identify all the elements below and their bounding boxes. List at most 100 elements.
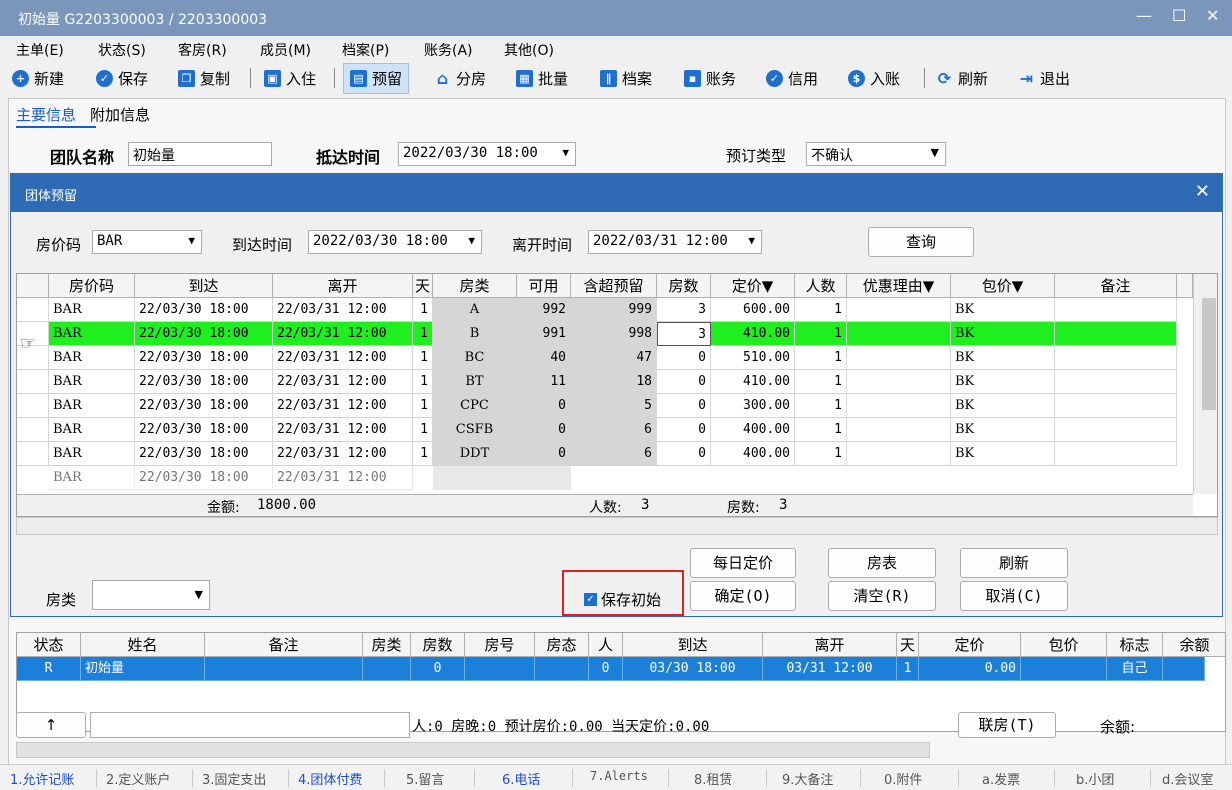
rate-code-select[interactable]: BAR ▼	[92, 230, 202, 254]
dialog-arrive-select[interactable]: 2022/03/30 18:00 ▼	[308, 230, 482, 254]
checkin-button[interactable]: ▣ 入住	[264, 68, 316, 89]
profile-button[interactable]: ∥ 档案	[600, 68, 652, 89]
cell-pkg[interactable]: BK	[951, 346, 1055, 370]
cell-note[interactable]	[1055, 298, 1177, 322]
cell-pkg[interactable]: BK	[951, 442, 1055, 466]
cell-note[interactable]	[1055, 394, 1177, 418]
cell-persons[interactable]: 1	[795, 418, 847, 442]
status-define-account[interactable]: 2.定义账户	[106, 769, 170, 788]
cell-rate[interactable]: 400.00	[711, 418, 795, 442]
close-icon[interactable]: ✕	[1206, 6, 1219, 25]
grid-scrollbar-thumb[interactable]	[1202, 298, 1216, 410]
cell-rooms[interactable]: 0	[657, 394, 711, 418]
cell-rooms[interactable]: 0	[657, 418, 711, 442]
menu-main[interactable]: 主单(E)	[16, 40, 64, 60]
col-header-rooms[interactable]: 房数	[411, 633, 465, 657]
clear-button[interactable]: 清空(R)	[828, 581, 936, 611]
query-button[interactable]: 查询	[868, 227, 974, 257]
cancel-button[interactable]: 取消(C)	[960, 581, 1068, 611]
cell-reason[interactable]	[847, 298, 951, 322]
cell-pkg[interactable]: BK	[951, 418, 1055, 442]
lower-horizontal-scrollbar[interactable]	[16, 742, 930, 758]
cell-pkg[interactable]: BK	[951, 298, 1055, 322]
col-header-note[interactable]: 备注	[205, 633, 363, 657]
lower-search-input[interactable]	[90, 712, 410, 738]
exit-button[interactable]: ⇥ 退出	[1018, 68, 1070, 89]
status-invoice[interactable]: a.发票	[982, 769, 1020, 788]
col-header-rooms[interactable]: 房数	[657, 274, 711, 298]
refresh-button[interactable]: ⟳ 刷新	[936, 68, 988, 89]
col-header-package[interactable]: 包价	[1021, 633, 1107, 657]
cell-note[interactable]	[1055, 370, 1177, 394]
cell-reason[interactable]	[847, 322, 951, 346]
save-button[interactable]: ✓ 保存	[96, 68, 148, 89]
dialog-depart-select[interactable]: 2022/03/31 12:00 ▼	[588, 230, 762, 254]
post-button[interactable]: $ 入账	[848, 68, 900, 89]
status-meeting-room[interactable]: d.会议室	[1162, 769, 1213, 788]
row-indicator[interactable]	[17, 442, 49, 466]
dialog-close-icon[interactable]: ✕	[1195, 181, 1210, 202]
minimize-icon[interactable]: —	[1136, 6, 1152, 25]
col-header-arrive[interactable]: 到达	[135, 274, 273, 298]
dialog-refresh-button[interactable]: 刷新	[960, 548, 1068, 578]
table-row[interactable]: BAR 22/03/30 18:00 22/03/31 12:00 1 CPC 0 5 0 30…	[17, 394, 1177, 418]
col-header-rate[interactable]: 定价▼	[711, 274, 795, 298]
status-allow-posting[interactable]: 1.允许记账	[10, 769, 74, 788]
col-header-package[interactable]: 包价▼	[951, 274, 1055, 298]
table-row[interactable]: BAR 22/03/30 18:00 22/03/31 12:00 1 B 991 998 3…	[17, 322, 1177, 346]
col-header-overbook[interactable]: 含超预留	[571, 274, 657, 298]
cell-pkg[interactable]: BK	[951, 322, 1055, 346]
move-up-button[interactable]: ↑	[16, 712, 86, 738]
cell-rooms[interactable]: 0	[657, 346, 711, 370]
cell-rate[interactable]: 410.00	[711, 322, 795, 346]
cell-note[interactable]	[1055, 442, 1177, 466]
cell-rooms[interactable]: 3	[657, 322, 711, 346]
row-indicator[interactable]	[17, 394, 49, 418]
cell-note[interactable]	[1055, 418, 1177, 442]
save-initial-checkbox[interactable]: ✓ 保存初始	[584, 589, 661, 610]
room-table-button[interactable]: 房表	[828, 548, 936, 578]
cell-rooms[interactable]: 3	[657, 298, 711, 322]
col-header-persons[interactable]: 人	[589, 633, 623, 657]
row-indicator[interactable]	[17, 418, 49, 442]
col-header-balance[interactable]: 余额	[1163, 633, 1225, 657]
cell-rate[interactable]: 300.00	[711, 394, 795, 418]
cell-rate[interactable]: 600.00	[711, 298, 795, 322]
table-row[interactable]: BAR 22/03/30 18:00 22/03/31 12:00 1 CSFB 0 6 0 4…	[17, 418, 1177, 442]
ok-button[interactable]: 确定(O)	[690, 581, 796, 611]
cell-rate[interactable]: 410.00	[711, 370, 795, 394]
col-header-room-state[interactable]: 房态	[535, 633, 589, 657]
status-subgroup[interactable]: b.小团	[1076, 769, 1114, 788]
cell-persons[interactable]: 1	[795, 370, 847, 394]
reserve-button[interactable]: ▤ 预留	[342, 63, 410, 94]
col-header-name[interactable]: 姓名	[81, 633, 205, 657]
room-type-select[interactable]: ▼	[92, 580, 210, 610]
col-header-note[interactable]: 备注	[1055, 274, 1177, 298]
col-header-status[interactable]: 状态	[17, 633, 81, 657]
status-big-note[interactable]: 9.大备注	[782, 769, 833, 788]
new-button[interactable]: + 新建	[12, 68, 64, 89]
status-attachment[interactable]: 0.附件	[884, 769, 922, 788]
col-header-depart[interactable]: 离开	[273, 274, 413, 298]
status-group-pay[interactable]: 4.团体付费	[298, 769, 362, 788]
status-lease[interactable]: 8.租赁	[694, 769, 732, 788]
cell-pkg[interactable]: BK	[951, 370, 1055, 394]
assign-room-button[interactable]: ⌂ 分房	[434, 68, 486, 89]
arrive-time-select[interactable]: 2022/03/30 18:00 ▼	[398, 142, 576, 166]
table-row[interactable]: R 初始量 0 0 03/30 18:00 03/31 12:00 1 0.00…	[17, 657, 1205, 681]
table-row[interactable]: BAR 22/03/30 18:00 22/03/31 12:00 1 A 992 999 3…	[17, 298, 1177, 322]
booking-type-select[interactable]: 不确认 ▼	[806, 142, 946, 166]
menu-status[interactable]: 状态(S)	[98, 40, 146, 60]
group-name-input[interactable]: 初始量	[128, 142, 272, 166]
col-header-flag[interactable]: 标志	[1107, 633, 1163, 657]
row-indicator[interactable]	[17, 298, 49, 322]
menu-account[interactable]: 账务(A)	[424, 40, 473, 60]
account-button[interactable]: ▪ 账务	[684, 68, 736, 89]
maximize-icon[interactable]: ☐	[1172, 6, 1186, 25]
menu-member[interactable]: 成员(M)	[260, 40, 311, 60]
table-row[interactable]: BAR 22/03/30 18:00 22/03/31 12:00 1 BT 11 18 0 4…	[17, 370, 1177, 394]
status-phone[interactable]: 6.电话	[502, 769, 540, 788]
col-header-room-type[interactable]: 房类	[363, 633, 411, 657]
tab-main-info[interactable]: 主要信息	[16, 104, 76, 125]
copy-button[interactable]: ❐ 复制	[178, 68, 230, 89]
